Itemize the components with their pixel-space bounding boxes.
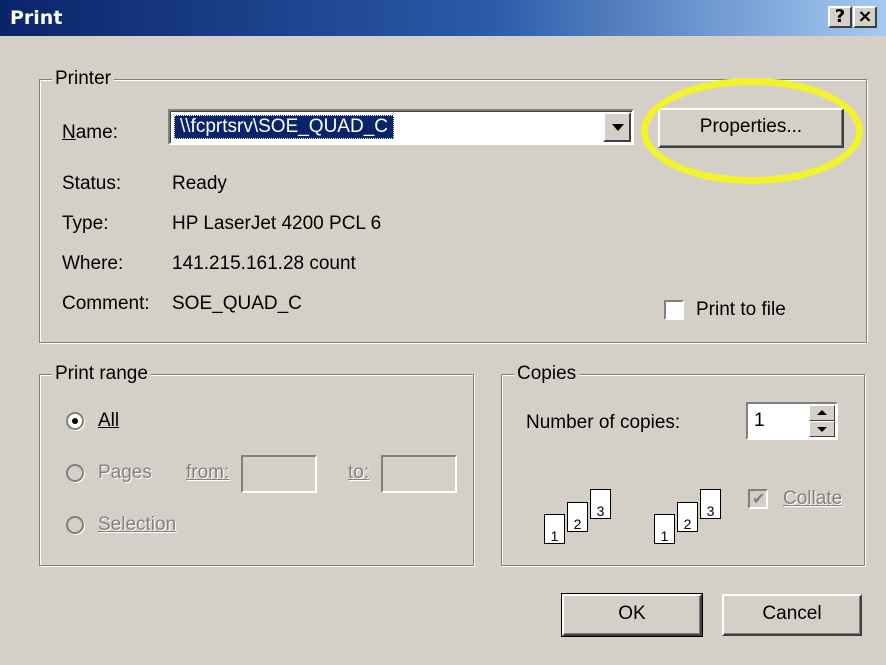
print-to-file-checkbox[interactable] xyxy=(664,300,684,320)
chevron-up-icon xyxy=(817,410,827,415)
selection-radio[interactable] xyxy=(66,516,84,534)
cancel-button[interactable]: Cancel xyxy=(722,594,862,636)
window-title: Print xyxy=(10,7,63,29)
chevron-down-icon xyxy=(612,124,624,131)
status-value: Ready xyxy=(172,173,227,194)
pages-radio[interactable] xyxy=(66,464,84,482)
name-label-rest: ame: xyxy=(75,122,118,143)
printer-name-dropdown-button[interactable] xyxy=(603,112,631,142)
chevron-down-icon xyxy=(817,427,827,432)
spin-down-button[interactable] xyxy=(809,421,835,437)
to-input[interactable] xyxy=(381,455,457,493)
properties-button-label: Properties... xyxy=(699,116,803,137)
printer-name-value: \\fcprtsrv\SOE_QUAD_C xyxy=(174,115,394,139)
where-value: 141.215.161.28 count xyxy=(172,253,356,274)
page-icon: 3 xyxy=(700,489,721,519)
printer-legend: Printer xyxy=(52,67,114,91)
print-range-legend: Print range xyxy=(52,362,151,386)
page-icon: 1 xyxy=(654,514,675,544)
print-to-file-label[interactable]: Print to file xyxy=(696,298,786,322)
type-value: HP LaserJet 4200 PCL 6 xyxy=(172,213,382,234)
type-label: Type: xyxy=(62,213,109,234)
pages-label[interactable]: Pages xyxy=(98,461,152,485)
page-icon: 1 xyxy=(544,514,565,544)
comment-value: SOE_QUAD_C xyxy=(172,293,302,314)
title-bar: Print ? × xyxy=(0,0,886,36)
number-of-copies-label: Number of copies: xyxy=(526,412,681,433)
checkmark-icon: ✔ xyxy=(752,489,766,508)
name-label: Name: xyxy=(62,122,118,143)
page-icon: 2 xyxy=(677,502,698,532)
page-icon: 3 xyxy=(590,489,611,519)
collate-label[interactable]: Collate xyxy=(783,487,842,511)
from-label: from: xyxy=(186,462,230,483)
help-icon: ? xyxy=(834,6,846,27)
close-icon: × xyxy=(857,6,873,27)
properties-button[interactable]: Properties... xyxy=(658,108,844,148)
copies-value: 1 xyxy=(754,410,765,431)
to-label: to: xyxy=(348,462,370,483)
radio-selected-dot xyxy=(72,418,78,424)
spin-up-button[interactable] xyxy=(809,405,835,421)
printer-name-select[interactable]: \\fcprtsrv\SOE_QUAD_C xyxy=(168,109,634,145)
help-button[interactable]: ? xyxy=(828,6,852,28)
copies-legend: Copies xyxy=(514,362,580,386)
copies-spinner[interactable]: 1 xyxy=(746,402,838,440)
ok-button[interactable]: OK xyxy=(561,593,703,637)
page-icon: 2 xyxy=(567,502,588,532)
close-button[interactable]: × xyxy=(853,6,877,28)
all-radio[interactable] xyxy=(66,412,84,430)
all-label[interactable]: All xyxy=(98,409,119,433)
where-label: Where: xyxy=(62,253,124,274)
collate-checkbox[interactable]: ✔ xyxy=(748,489,768,509)
from-input[interactable] xyxy=(241,455,317,493)
selection-label[interactable]: Selection xyxy=(98,513,176,537)
comment-label: Comment: xyxy=(62,293,150,314)
status-label: Status: xyxy=(62,173,122,194)
ok-button-label: OK xyxy=(618,603,646,624)
cancel-button-label: Cancel xyxy=(762,603,822,624)
